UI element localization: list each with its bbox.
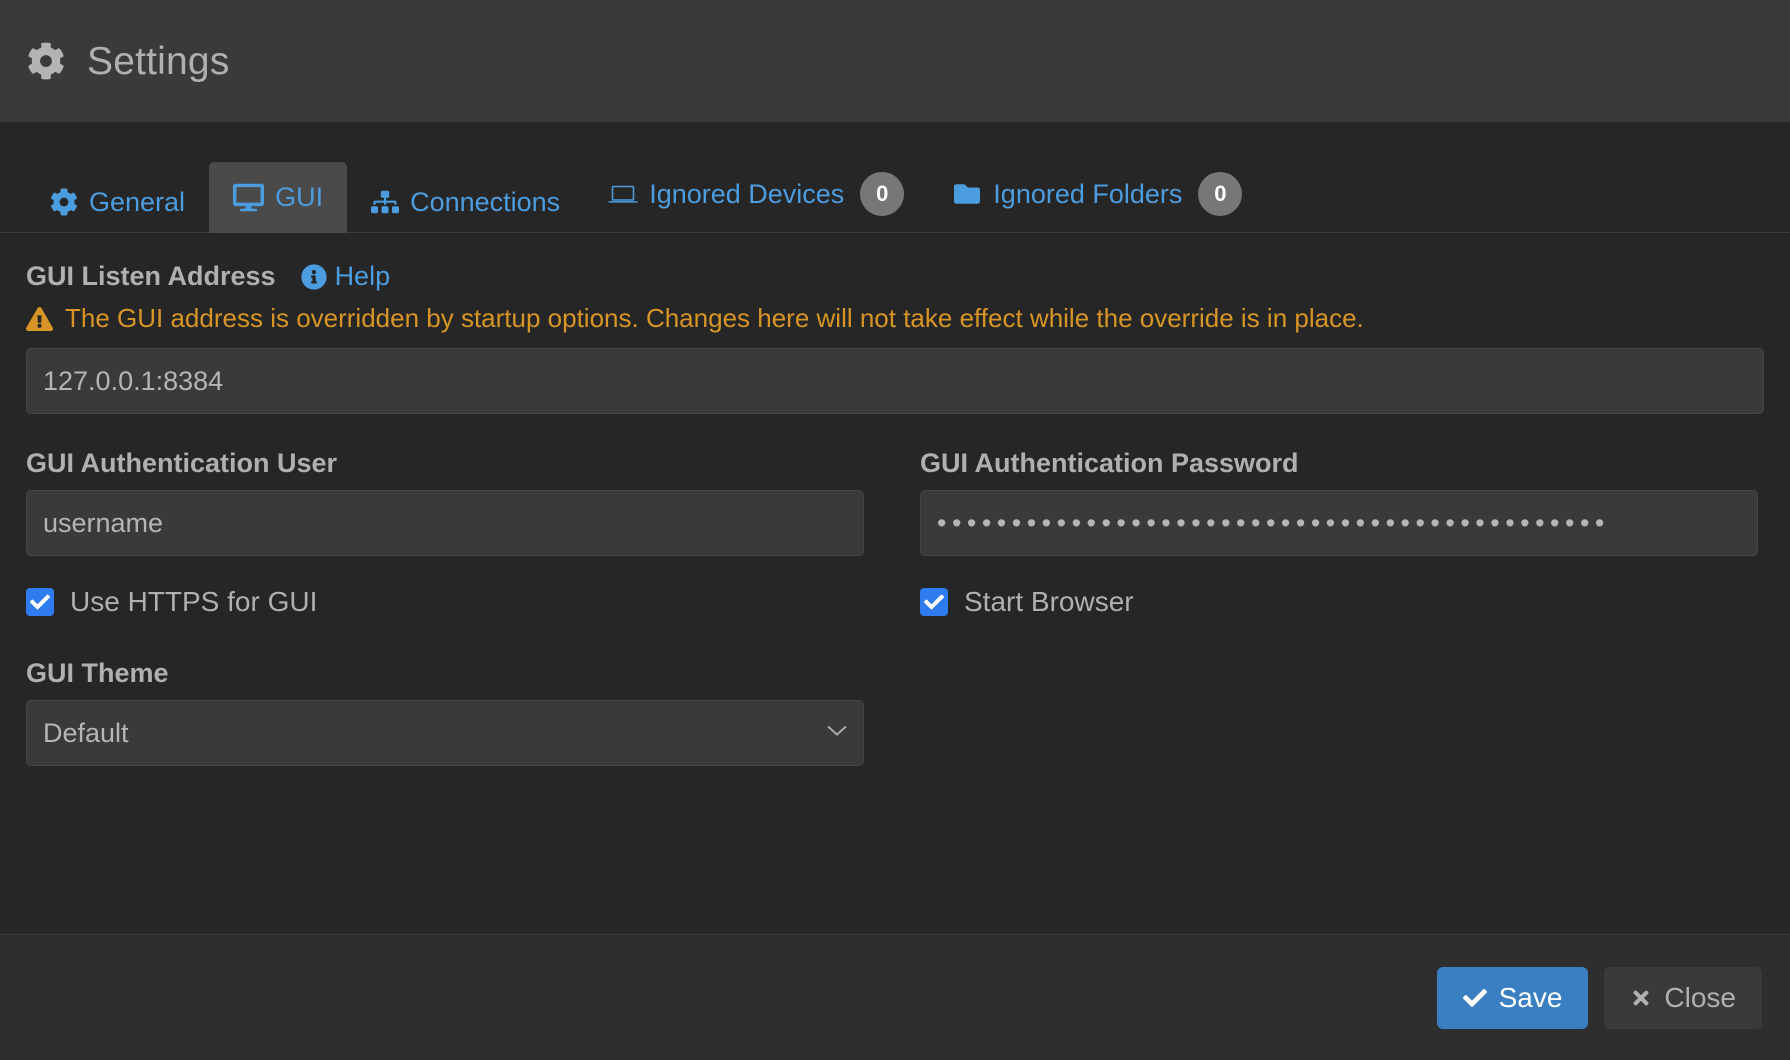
tab-ignored-folders[interactable]: Ignored Folders 0: [928, 156, 1266, 232]
listen-address-warning: The GUI address is overridden by startup…: [26, 303, 1764, 334]
listen-address-warning-text: The GUI address is overridden by startup…: [65, 303, 1364, 334]
help-link[interactable]: Help: [301, 263, 391, 290]
gear-icon: [27, 42, 65, 80]
tab-gui[interactable]: GUI: [209, 162, 347, 233]
auth-password-group: GUI Authentication Password ••••••••••••…: [920, 450, 1758, 556]
tab-label: General: [89, 189, 185, 216]
tab-label: GUI: [275, 184, 323, 211]
use-https-group: Use HTTPS for GUI: [26, 556, 864, 616]
gui-theme-label-row: GUI Theme: [26, 660, 1764, 687]
times-icon: [1630, 987, 1652, 1009]
start-browser-group: Start Browser: [920, 556, 1758, 616]
check-icon: [1463, 986, 1487, 1010]
use-https-label: Use HTTPS for GUI: [70, 588, 317, 616]
settings-dialog: Settings General GUI: [0, 0, 1790, 1060]
dialog-body: General GUI Connections: [0, 123, 1790, 934]
close-button[interactable]: Close: [1604, 967, 1762, 1029]
warning-triangle-icon: [26, 307, 53, 331]
page-title: Settings: [87, 42, 230, 81]
gui-listen-address-input[interactable]: [26, 348, 1764, 414]
auth-password-label: GUI Authentication Password: [920, 450, 1299, 477]
dialog-header: Settings: [0, 0, 1790, 123]
tab-connections[interactable]: Connections: [347, 172, 584, 232]
auth-user-label-row: GUI Authentication User: [26, 450, 864, 477]
question-circle-icon: [301, 264, 327, 290]
listen-address-label-row: GUI Listen Address Help: [26, 263, 1764, 290]
tab-ignored-devices[interactable]: Ignored Devices 0: [584, 156, 928, 232]
tab-label: Ignored Folders: [993, 181, 1182, 208]
tab-label: Connections: [410, 189, 560, 216]
save-button-label: Save: [1499, 984, 1563, 1012]
use-https-row[interactable]: Use HTTPS for GUI: [26, 588, 864, 616]
dialog-footer: Save Close: [0, 934, 1790, 1060]
gui-settings-form: GUI Listen Address Help The GUI a: [0, 233, 1790, 766]
gui-theme-label: GUI Theme: [26, 660, 169, 687]
ignored-folders-count-badge: 0: [1198, 172, 1242, 216]
gui-auth-user-input[interactable]: [26, 490, 864, 556]
ignored-devices-count-badge: 0: [860, 172, 904, 216]
monitor-icon: [233, 182, 264, 213]
sitemap-icon: [371, 188, 399, 216]
start-browser-row[interactable]: Start Browser: [920, 588, 1758, 616]
gui-theme-select[interactable]: Default: [26, 700, 864, 766]
auth-password-label-row: GUI Authentication Password: [920, 450, 1758, 477]
tab-general[interactable]: General: [26, 172, 209, 232]
close-button-label: Close: [1664, 984, 1736, 1012]
auth-user-group: GUI Authentication User: [26, 450, 864, 556]
start-browser-checkbox[interactable]: [920, 588, 948, 616]
password-masked-value: ••••••••••••••••••••••••••••••••••••••••…: [937, 510, 1610, 537]
start-browser-label: Start Browser: [964, 588, 1134, 616]
gui-theme-select-wrap: Default: [26, 700, 864, 766]
save-button[interactable]: Save: [1437, 967, 1589, 1029]
auth-row: GUI Authentication User GUI Authenticati…: [26, 450, 1764, 556]
use-https-checkbox[interactable]: [26, 588, 54, 616]
tab-label: Ignored Devices: [649, 181, 844, 208]
gui-auth-password-input[interactable]: ••••••••••••••••••••••••••••••••••••••••…: [920, 490, 1758, 556]
auth-user-label: GUI Authentication User: [26, 450, 337, 477]
gui-theme-selected-value: Default: [43, 718, 129, 749]
listen-address-label: GUI Listen Address: [26, 263, 276, 290]
gear-icon: [50, 188, 78, 216]
laptop-icon: [608, 179, 638, 209]
settings-tabs: General GUI Connections: [0, 137, 1790, 233]
folder-icon: [952, 181, 982, 207]
gui-theme-group: GUI Theme Default: [26, 660, 1764, 766]
help-link-label: Help: [335, 263, 391, 290]
checkbox-row: Use HTTPS for GUI Start Browser: [26, 556, 1764, 616]
